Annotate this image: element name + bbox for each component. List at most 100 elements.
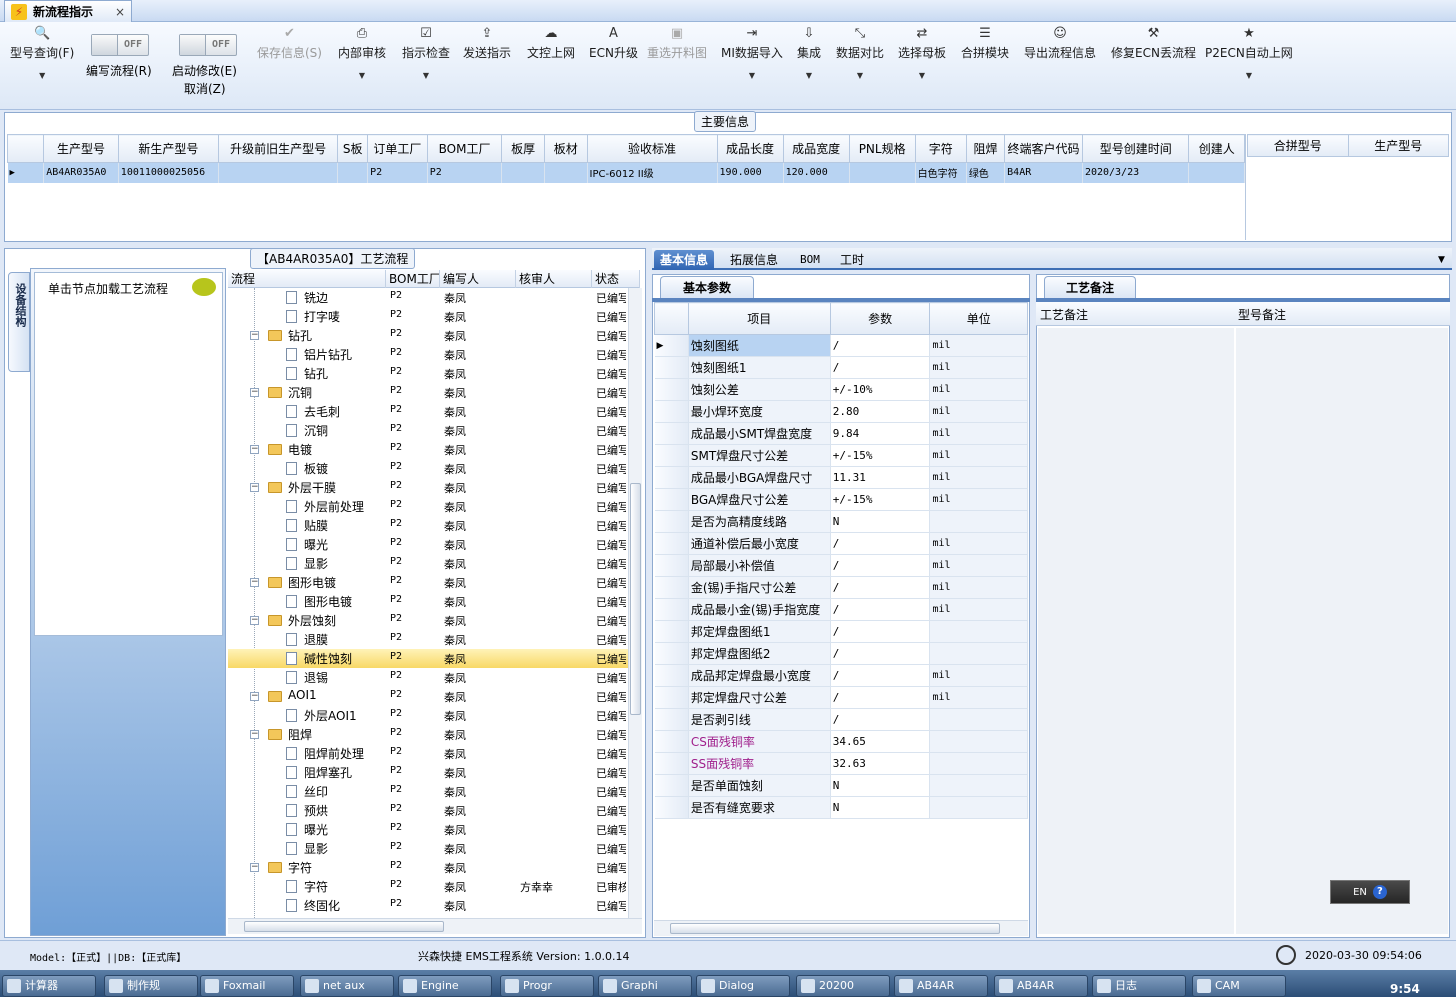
- tree-step-row[interactable]: 外层前处理 P2 秦凤 已编写: [228, 497, 628, 516]
- collapse-icon[interactable]: −: [250, 388, 259, 397]
- close-tab-icon[interactable]: ×: [115, 5, 125, 19]
- taskbar-item[interactable]: net aux: [300, 975, 394, 997]
- internal-review-button[interactable]: ⎙ 内部审核 ▼: [338, 26, 386, 80]
- col-unit[interactable]: 单位: [929, 302, 1028, 335]
- param-row[interactable]: 成品邦定焊盘最小宽度 / mil: [654, 664, 1028, 687]
- param-row[interactable]: SS面残铜率 32.63: [654, 752, 1028, 775]
- col-main-0[interactable]: 生产型号: [43, 134, 119, 163]
- tree-step-row[interactable]: 终固化 P2 秦凤 已编写: [228, 896, 628, 915]
- param-value[interactable]: /: [830, 708, 931, 731]
- p2ecn-button[interactable]: ★ P2ECN自动上网 ▼: [1205, 26, 1293, 80]
- col-main-9[interactable]: 成品长度: [716, 134, 784, 163]
- col-main-3[interactable]: S板: [337, 134, 369, 163]
- taskbar-item[interactable]: Foxmail: [200, 975, 294, 997]
- tab-basic-info[interactable]: 基本信息: [654, 250, 715, 270]
- send-instruction-button[interactable]: ⇪ 发送指示: [463, 26, 511, 61]
- main-cell-14[interactable]: B4AR: [1004, 162, 1083, 183]
- col-merge-model[interactable]: 合拼型号: [1247, 134, 1349, 157]
- model-query-button[interactable]: 🔍 型号查询(F) ▼: [10, 26, 74, 80]
- main-cell-7[interactable]: [544, 162, 588, 183]
- tree-step-row[interactable]: 曝光 P2 秦凤 已编写: [228, 820, 628, 839]
- collapse-icon[interactable]: −: [250, 863, 259, 872]
- tree-horizontal-scrollbar[interactable]: [228, 918, 642, 934]
- param-value[interactable]: N: [830, 774, 931, 797]
- param-value[interactable]: 32.63: [830, 752, 931, 775]
- collapse-icon[interactable]: −: [250, 692, 259, 701]
- taskbar-item[interactable]: AB4AR: [894, 975, 988, 997]
- collapse-icon[interactable]: −: [250, 483, 259, 492]
- col-status[interactable]: 状态: [592, 270, 640, 288]
- param-value[interactable]: +/-10%: [830, 378, 931, 401]
- col-main-14[interactable]: 终端客户代码: [1004, 134, 1083, 163]
- param-row[interactable]: 是否单面蚀刻 N: [654, 774, 1028, 797]
- collapse-icon[interactable]: −: [250, 445, 259, 454]
- tree-group-row[interactable]: − 电镀 P2 秦凤 已编写: [228, 440, 628, 459]
- tab-work-hours[interactable]: 工时: [834, 250, 870, 270]
- taskbar-item[interactable]: CAM: [1192, 975, 1286, 997]
- tab-bom[interactable]: BOM: [794, 250, 826, 270]
- param-row[interactable]: 是否有缝宽要求 N: [654, 796, 1028, 819]
- tree-step-row[interactable]: 去毛刺 P2 秦凤 已编写: [228, 402, 628, 421]
- main-cell-11[interactable]: [849, 162, 916, 183]
- cancel-button[interactable]: 取消(Z): [184, 80, 226, 97]
- tab-process-notes[interactable]: 工艺备注: [1044, 276, 1136, 298]
- params-horizontal-scrollbar[interactable]: [654, 920, 1028, 936]
- col-main-11[interactable]: PNL规格: [848, 134, 916, 163]
- ecn-upgrade-button[interactable]: A ECN升级: [589, 26, 638, 61]
- col-main-12[interactable]: 字符: [914, 134, 967, 163]
- help-icon[interactable]: ?: [1372, 885, 1387, 899]
- tree-step-row[interactable]: 铣边 P2 秦凤 已编写: [228, 288, 628, 307]
- tree-step-row[interactable]: 退锡 P2 秦凤 已编写: [228, 668, 628, 687]
- col-param[interactable]: 参数: [829, 302, 931, 335]
- taskbar-item[interactable]: AB4AR: [994, 975, 1088, 997]
- col-main-7[interactable]: 板材: [543, 134, 588, 163]
- tree-group-row[interactable]: − AOI1 P2 秦凤 已编写: [228, 687, 628, 706]
- col-main-6[interactable]: 板厚: [501, 134, 545, 163]
- param-row[interactable]: SMT焊盘尺寸公差 +/-15% mil: [654, 444, 1028, 467]
- param-value[interactable]: N: [830, 510, 931, 533]
- param-row[interactable]: 成品最小BGA焊盘尺寸 11.31 mil: [654, 466, 1028, 489]
- tree-group-row[interactable]: − 外层蚀刻 P2 秦凤 已编写: [228, 611, 628, 630]
- param-value[interactable]: /: [830, 686, 931, 709]
- taskbar-item[interactable]: Engine: [398, 975, 492, 997]
- col-main-2[interactable]: 升级前旧生产型号: [217, 134, 339, 163]
- tree-step-row[interactable]: 打字唛 P2 秦凤 已编写: [228, 307, 628, 326]
- col-main-1[interactable]: 新生产型号: [117, 134, 219, 163]
- param-row[interactable]: 成品最小SMT焊盘宽度 9.84 mil: [654, 422, 1028, 445]
- main-cell-5[interactable]: P2: [427, 162, 503, 183]
- param-row[interactable]: 局部最小补偿值 / mil: [654, 554, 1028, 577]
- param-row[interactable]: 邦定焊盘尺寸公差 / mil: [654, 686, 1028, 709]
- param-value[interactable]: +/-15%: [830, 444, 931, 467]
- param-value[interactable]: N: [830, 796, 931, 819]
- param-row[interactable]: CS面残铜率 34.65: [654, 730, 1028, 753]
- param-value[interactable]: 34.65: [830, 730, 931, 753]
- param-row[interactable]: 最小焊环宽度 2.80 mil: [654, 400, 1028, 423]
- taskbar-item[interactable]: 制作规: [104, 975, 198, 997]
- param-value[interactable]: /: [830, 642, 931, 665]
- process-note-field[interactable]: [1038, 328, 1234, 934]
- col-main-8[interactable]: 验收标准: [586, 134, 718, 163]
- tree-step-row[interactable]: 显影 P2 秦凤 已编写: [228, 839, 628, 858]
- main-cell-12[interactable]: 白色字符: [915, 162, 967, 183]
- tree-group-row[interactable]: − 外层干膜 P2 秦凤 已编写: [228, 478, 628, 497]
- param-value[interactable]: +/-15%: [830, 488, 931, 511]
- tree-step-row[interactable]: 退膜 P2 秦凤 已编写: [228, 630, 628, 649]
- param-value[interactable]: 11.31: [830, 466, 931, 489]
- tree-step-row[interactable]: 预烘 P2 秦凤 已编写: [228, 801, 628, 820]
- language-bar[interactable]: EN ?: [1330, 880, 1410, 904]
- instruction-check-button[interactable]: ☑ 指示检查 ▼: [402, 26, 450, 80]
- tree-group-row[interactable]: − 字符 P2 秦凤 已编写: [228, 858, 628, 877]
- param-row[interactable]: 是否为高精度线路 N: [654, 510, 1028, 533]
- col-main-13[interactable]: 阻焊: [965, 134, 1006, 163]
- tree-group-row[interactable]: − 沉铜 P2 秦凤 已编写: [228, 383, 628, 402]
- param-row[interactable]: 蚀刻图纸1/mil: [654, 356, 1028, 379]
- col-bom-factory[interactable]: BOM工厂: [386, 270, 440, 288]
- tree-step-row[interactable]: 钻孔 P2 秦凤 已编写: [228, 364, 628, 383]
- param-value[interactable]: /: [830, 554, 931, 577]
- main-cell-10[interactable]: 120.000: [783, 162, 850, 183]
- col-main-10[interactable]: 成品宽度: [782, 134, 850, 163]
- param-value[interactable]: /: [830, 356, 931, 379]
- tree-step-row[interactable]: 外层AOI1 P2 秦凤 已编写: [228, 706, 628, 725]
- tree-step-row[interactable]: 板镀 P2 秦凤 已编写: [228, 459, 628, 478]
- collapse-icon[interactable]: −: [250, 730, 259, 739]
